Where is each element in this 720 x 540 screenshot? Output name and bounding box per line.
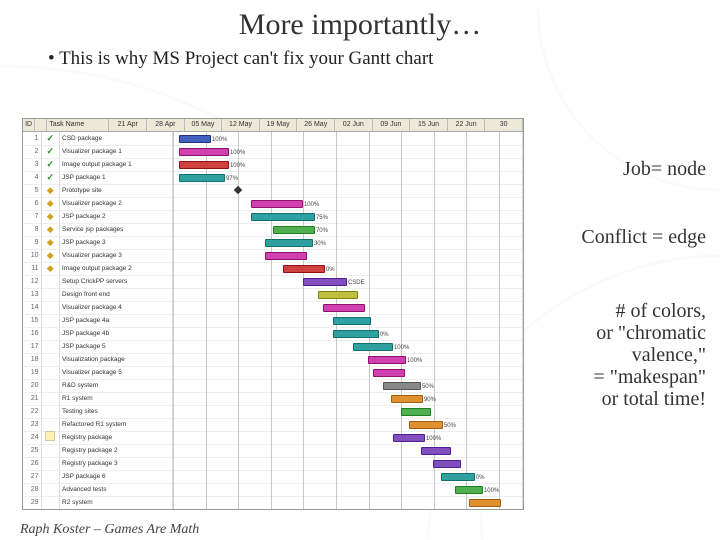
table-row: 11◆Image output package 20% bbox=[23, 262, 523, 275]
gantt-bar bbox=[469, 499, 501, 507]
gantt-bar bbox=[401, 408, 431, 416]
table-row: 7◆JSP package 275% bbox=[23, 210, 523, 223]
table-row: 9◆JSP package 330% bbox=[23, 236, 523, 249]
table-row: 10◆Visualizer package 3 bbox=[23, 249, 523, 262]
table-row: 30Create Lifecare demos bbox=[23, 509, 523, 510]
col-name: Task Name bbox=[47, 119, 109, 131]
annot3-line2: or "chromatic bbox=[596, 322, 706, 344]
table-row: 8◆Service jsp packages70% bbox=[23, 223, 523, 236]
gantt-bar bbox=[179, 174, 225, 182]
gantt-bar bbox=[265, 252, 307, 260]
table-row: 4✓JSP package 197% bbox=[23, 171, 523, 184]
gantt-bar bbox=[251, 213, 315, 221]
slide: More importantly… This is why MS Project… bbox=[0, 8, 720, 540]
annot3-line5: or total time! bbox=[602, 388, 706, 410]
date-header: 26 May bbox=[297, 119, 335, 131]
date-header: 05 May bbox=[185, 119, 223, 131]
gantt-bar bbox=[265, 239, 313, 247]
annot3-line4: = "makespan" bbox=[593, 366, 706, 388]
annot3-line3: valence," bbox=[632, 344, 706, 366]
gantt-chart: ID Task Name 21 Apr28 Apr05 May12 May19 … bbox=[22, 118, 524, 510]
date-header: 12 May bbox=[222, 119, 260, 131]
gantt-bar bbox=[283, 265, 325, 273]
footer: Raph Koster – Games Are Math bbox=[20, 522, 199, 538]
table-row: 19Visualizer package 5 bbox=[23, 366, 523, 379]
gantt-bar bbox=[318, 291, 358, 299]
gantt-bar bbox=[303, 278, 347, 286]
gantt-bar bbox=[393, 434, 425, 442]
table-row: 15JSP package 4a bbox=[23, 314, 523, 327]
table-row: 18Visualization package100% bbox=[23, 353, 523, 366]
annotation-job: Job= node bbox=[623, 158, 706, 180]
annotation-conflict: Conflict = edge bbox=[581, 226, 706, 248]
table-row: 13Design front end bbox=[23, 288, 523, 301]
table-row: 5◆Prototype site bbox=[23, 184, 523, 197]
milestone-icon bbox=[234, 186, 242, 194]
table-row: 16JSP package 4b0% bbox=[23, 327, 523, 340]
table-row: 22Testing sites bbox=[23, 405, 523, 418]
table-row: 2✓Visualizer package 1100% bbox=[23, 145, 523, 158]
table-row: 1✓CSD package100% bbox=[23, 132, 523, 145]
gantt-bar bbox=[455, 486, 483, 494]
table-row: 26Registry package 3 bbox=[23, 457, 523, 470]
gantt-bar bbox=[373, 369, 405, 377]
col-dates: 21 Apr28 Apr05 May12 May19 May26 May02 J… bbox=[109, 119, 523, 131]
date-header: 30 bbox=[485, 119, 523, 131]
gantt-bar bbox=[179, 148, 229, 156]
gantt-bar bbox=[273, 226, 315, 234]
gantt-bar bbox=[441, 473, 475, 481]
table-row: 29R2 system bbox=[23, 496, 523, 509]
table-row: 27JSP package 60% bbox=[23, 470, 523, 483]
gantt-bar bbox=[409, 421, 443, 429]
gantt-rows: 1✓CSD package100%2✓Visualizer package 11… bbox=[23, 132, 523, 508]
col-id: ID bbox=[23, 119, 35, 131]
table-row: 12Setup CrickPP serversCSDE bbox=[23, 275, 523, 288]
table-row: 24Registry package100% bbox=[23, 431, 523, 444]
bullet-1: This is why MS Project can't fix your Ga… bbox=[48, 48, 720, 70]
table-row: 14Visualizer package 4 bbox=[23, 301, 523, 314]
date-header: 09 Jun bbox=[373, 119, 411, 131]
gantt-bar bbox=[433, 460, 461, 468]
date-header: 15 Jun bbox=[410, 119, 448, 131]
gantt-bar bbox=[353, 343, 393, 351]
table-row: 6◆Visualizer package 2100% bbox=[23, 197, 523, 210]
gantt-bar bbox=[179, 161, 229, 169]
gantt-bar bbox=[368, 356, 406, 364]
slide-title: More importantly… bbox=[0, 8, 720, 42]
table-row: 17JSP package 5100% bbox=[23, 340, 523, 353]
table-row: 25Registry package 2 bbox=[23, 444, 523, 457]
date-header: 22 Jun bbox=[448, 119, 486, 131]
table-row: 21R1 system90% bbox=[23, 392, 523, 405]
date-header: 19 May bbox=[260, 119, 298, 131]
table-row: 3✓Image output package 1100% bbox=[23, 158, 523, 171]
col-indicator bbox=[35, 119, 47, 131]
annotation-chromatic: # of colors, or "chromatic valence," = "… bbox=[593, 300, 706, 410]
gantt-bar bbox=[391, 395, 423, 403]
gantt-bar bbox=[333, 330, 379, 338]
gantt-header: ID Task Name 21 Apr28 Apr05 May12 May19 … bbox=[23, 119, 523, 132]
table-row: 20R&D system50% bbox=[23, 379, 523, 392]
gantt-bar bbox=[251, 200, 303, 208]
date-header: 21 Apr bbox=[109, 119, 147, 131]
date-header: 28 Apr bbox=[147, 119, 185, 131]
gantt-bar bbox=[421, 447, 451, 455]
table-row: 28Advanced tests100% bbox=[23, 483, 523, 496]
gantt-bar bbox=[323, 304, 365, 312]
gantt-bar bbox=[179, 135, 211, 143]
annot3-line1: # of colors, bbox=[615, 300, 706, 322]
date-header: 02 Jun bbox=[335, 119, 373, 131]
gantt-bar bbox=[333, 317, 371, 325]
table-row: 23Refactored R1 system50% bbox=[23, 418, 523, 431]
gantt-bar bbox=[383, 382, 421, 390]
